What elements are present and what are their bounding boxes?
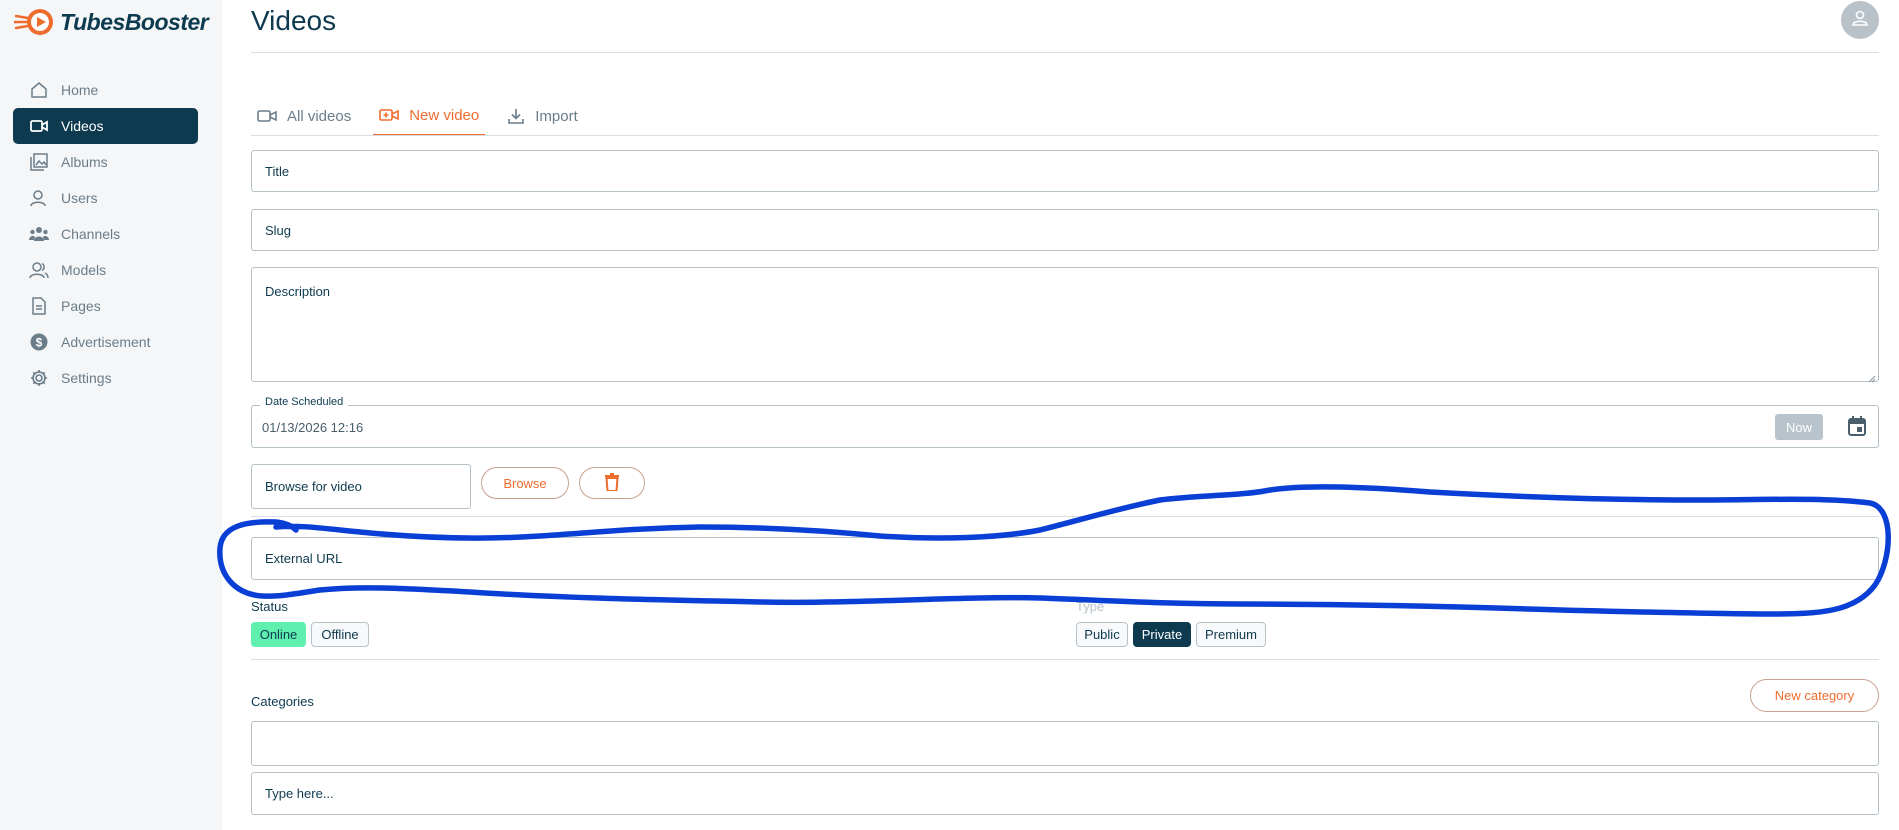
sidebar-item-videos[interactable]: Videos (13, 108, 198, 144)
sidebar-nav: Home Videos Albums Users Channels Models… (13, 72, 198, 396)
tab-import[interactable]: Import (501, 96, 584, 136)
brand-name: TubesBooster (60, 8, 209, 35)
document-icon (29, 296, 49, 316)
video-camera-icon (257, 109, 277, 123)
now-button[interactable]: Now (1775, 414, 1823, 440)
divider (251, 135, 1879, 136)
users-group-icon (29, 224, 49, 244)
video-add-icon (379, 108, 400, 122)
page-title: Videos (251, 5, 337, 36)
divider (251, 516, 1879, 517)
sidebar-item-label: Users (61, 190, 98, 206)
tab-all-videos[interactable]: All videos (251, 96, 357, 136)
sidebar-item-home[interactable]: Home (13, 72, 198, 108)
sidebar-item-label: Advertisement (61, 334, 151, 350)
sidebar-item-label: Settings (61, 370, 112, 386)
categories-input-placeholder: Type here... (265, 786, 334, 801)
video-camera-icon (29, 116, 49, 136)
categories-selected-box[interactable] (251, 721, 1879, 766)
status-label: Status (251, 599, 288, 614)
external-url-input[interactable]: External URL (251, 537, 1879, 580)
description-textarea[interactable]: Description (251, 267, 1879, 383)
gear-icon (29, 368, 49, 388)
sidebar-item-channels[interactable]: Channels (13, 216, 198, 252)
delete-button[interactable] (579, 467, 645, 499)
status-online-chip[interactable]: Online (251, 622, 306, 647)
sidebar-item-users[interactable]: Users (13, 180, 198, 216)
categories-type-input[interactable]: Type here... (251, 772, 1879, 815)
divider (251, 52, 1879, 53)
slug-placeholder: Slug (265, 222, 292, 238)
sidebar-item-pages[interactable]: Pages (13, 288, 198, 324)
title-input[interactable]: Title (251, 150, 1879, 192)
categories-label: Categories (251, 694, 314, 709)
sidebar-item-advertisement[interactable]: $ Advertisement (13, 324, 198, 360)
sidebar: TubesBooster Home Videos Albums Users Ch… (0, 0, 222, 830)
sidebar-item-label: Videos (61, 118, 104, 134)
external-url-placeholder: External URL (265, 551, 343, 566)
browse-button[interactable]: Browse (481, 467, 569, 499)
tab-label: New video (409, 106, 480, 124)
user-avatar-icon (1850, 8, 1870, 33)
sidebar-item-label: Models (61, 262, 107, 278)
sidebar-item-models[interactable]: Models (13, 252, 198, 288)
browse-placeholder: Browse for video (265, 479, 362, 494)
sidebar-item-settings[interactable]: Settings (13, 360, 198, 396)
sidebar-item-label: Pages (61, 298, 101, 314)
home-icon (29, 80, 49, 100)
image-stack-icon (29, 152, 49, 172)
date-scheduled-label: Date Scheduled (260, 396, 349, 408)
play-logo-icon (12, 6, 58, 38)
sidebar-item-label: Channels (61, 226, 121, 242)
trash-icon (605, 472, 619, 494)
type-label: Type (1076, 599, 1105, 614)
dollar-icon: $ (29, 332, 49, 352)
sidebar-item-label: Home (61, 82, 99, 98)
type-private-chip[interactable]: Private (1133, 622, 1191, 647)
sidebar-item-label: Albums (61, 154, 108, 170)
date-scheduled-value: 01/13/2026 12:16 (262, 420, 364, 435)
resize-handle-icon[interactable] (1868, 371, 1876, 383)
tab-label: Import (535, 107, 578, 125)
divider (251, 659, 1879, 660)
date-scheduled-field[interactable]: Date Scheduled 01/13/2026 12:16 Now (251, 396, 1879, 448)
type-premium-chip[interactable]: Premium (1196, 622, 1266, 647)
description-placeholder: Description (265, 284, 331, 299)
tab-label: All videos (287, 107, 352, 125)
users-icon (29, 260, 49, 280)
slug-input[interactable]: Slug (251, 209, 1879, 251)
download-icon (507, 107, 525, 125)
svg-text:$: $ (36, 336, 43, 350)
video-file-input[interactable]: Browse for video (251, 464, 471, 509)
tab-new-video[interactable]: New video (373, 96, 486, 136)
user-icon (29, 188, 49, 208)
type-public-chip[interactable]: Public (1076, 622, 1128, 647)
status-offline-chip[interactable]: Offline (311, 622, 369, 647)
calendar-icon[interactable] (1848, 416, 1866, 441)
new-category-button[interactable]: New category (1750, 679, 1879, 712)
sidebar-item-albums[interactable]: Albums (13, 144, 198, 180)
title-placeholder: Title (265, 163, 290, 179)
avatar[interactable] (1841, 1, 1879, 39)
brand-logo[interactable]: TubesBooster (12, 6, 209, 38)
tab-bar: All videos New video Import (251, 96, 600, 136)
